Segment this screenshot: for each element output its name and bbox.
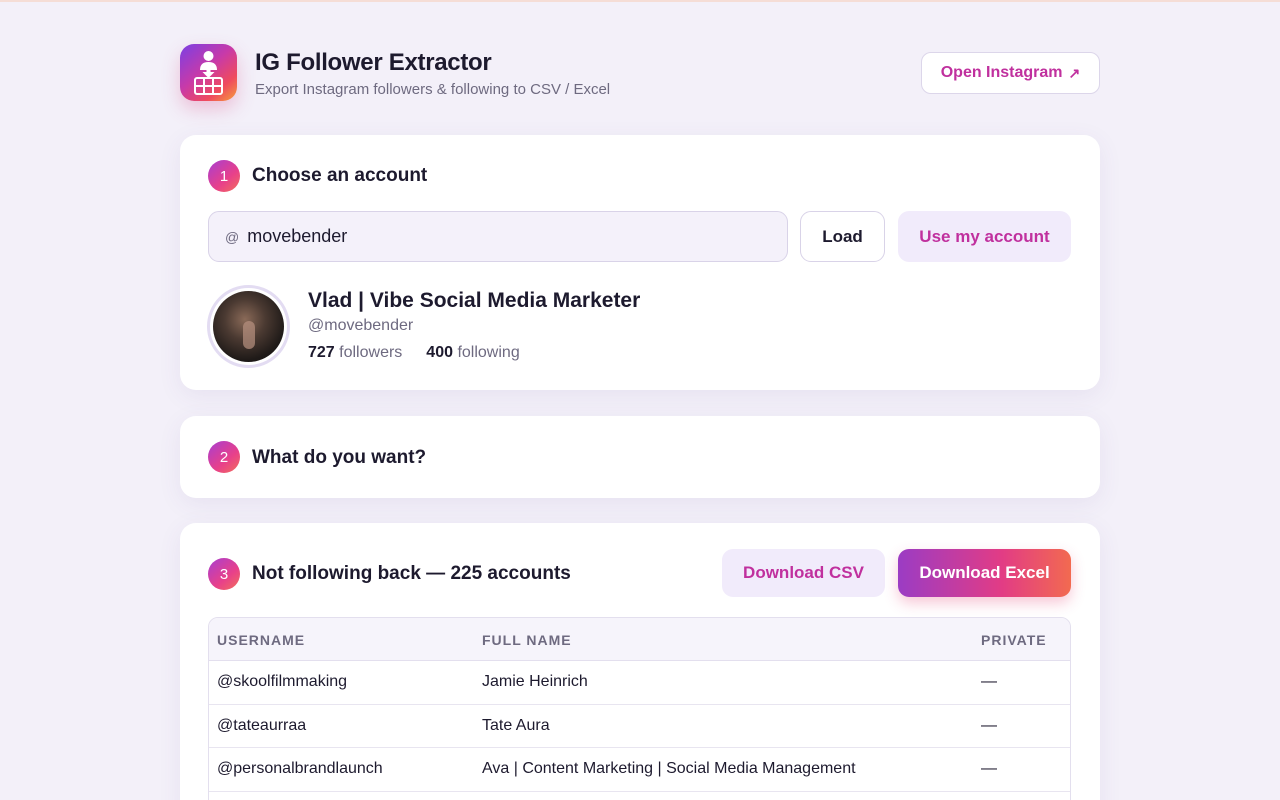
cell-private: — bbox=[981, 673, 997, 690]
cell-full-name: Jamie Heinrich bbox=[482, 673, 588, 690]
use-my-account-button[interactable]: Use my account bbox=[898, 211, 1071, 262]
table-row[interactable]: @tateaurraa Tate Aura — bbox=[209, 705, 1070, 748]
profile-handle: @movebender bbox=[308, 317, 414, 334]
avatar-photo bbox=[213, 291, 284, 362]
results-table: USERNAME FULL NAME PRIVATE @skoolfilmmak… bbox=[208, 617, 1071, 800]
external-link-icon: ↗ bbox=[1068, 64, 1081, 81]
followers-count: 727 bbox=[308, 344, 335, 361]
app-title: IG Follower Extractor bbox=[255, 49, 492, 76]
choose-account-title: Choose an account bbox=[252, 165, 428, 186]
cell-username: @skoolfilmmaking bbox=[217, 673, 348, 690]
top-accent-line bbox=[0, 0, 1280, 2]
table-header: USERNAME FULL NAME PRIVATE bbox=[209, 618, 1070, 661]
table-row[interactable] bbox=[209, 792, 1070, 800]
app-header: IG Follower Extractor Export Instagram f… bbox=[180, 44, 1100, 104]
following-stat: 400 following bbox=[426, 344, 519, 362]
results-card: 3 Not following back — 225 accounts Down… bbox=[180, 523, 1100, 800]
load-button[interactable]: Load bbox=[800, 211, 885, 262]
cell-private: — bbox=[981, 760, 997, 777]
step-number-2: 2 bbox=[208, 441, 240, 473]
results-title: Not following back — 225 accounts bbox=[252, 563, 571, 584]
what-do-you-want-card[interactable]: 2 What do you want? bbox=[180, 416, 1100, 498]
profile-name: Vlad | Vibe Social Media Marketer bbox=[308, 289, 641, 312]
cell-private: — bbox=[981, 716, 997, 734]
at-icon: @ bbox=[225, 228, 240, 245]
header-username[interactable]: USERNAME bbox=[217, 632, 305, 648]
following-label: following bbox=[457, 344, 520, 361]
cell-full-name: Tate Aura bbox=[482, 716, 550, 734]
username-input-value: movebender bbox=[247, 226, 348, 246]
table-row[interactable]: @personalbrandlaunch Ava | Content Marke… bbox=[209, 748, 1070, 792]
download-excel-button[interactable]: Download Excel bbox=[898, 549, 1071, 597]
header-full-name[interactable]: FULL NAME bbox=[482, 632, 572, 648]
table-row[interactable]: @skoolfilmmaking Jamie Heinrich — bbox=[209, 661, 1070, 705]
what-do-you-want-title: What do you want? bbox=[252, 447, 427, 468]
open-instagram-button[interactable]: Open Instagram ↗ bbox=[921, 52, 1100, 94]
step-number-3: 3 bbox=[208, 558, 240, 590]
cell-username: @personalbrandlaunch bbox=[217, 760, 383, 777]
download-table-icon bbox=[194, 51, 223, 95]
followers-label: followers bbox=[339, 344, 403, 361]
header-private[interactable]: PRIVATE bbox=[981, 632, 1047, 648]
download-csv-button[interactable]: Download CSV bbox=[722, 549, 885, 597]
step-number-1: 1 bbox=[208, 160, 240, 192]
app-subtitle: Export Instagram followers & following t… bbox=[255, 81, 611, 98]
profile-stats: 727 followers 400 following bbox=[308, 344, 520, 362]
followers-stat: 727 followers bbox=[308, 344, 402, 362]
following-count: 400 bbox=[426, 344, 453, 361]
cell-full-name: Ava | Content Marketing | Social Media M… bbox=[482, 760, 856, 777]
avatar bbox=[207, 285, 290, 368]
app-logo-icon bbox=[180, 44, 237, 101]
username-input[interactable]: @ movebender bbox=[208, 211, 788, 262]
cell-username: @tateaurraa bbox=[217, 716, 307, 734]
open-instagram-label: Open Instagram bbox=[940, 64, 1063, 81]
choose-account-card: 1 Choose an account @ movebender Load Us… bbox=[180, 135, 1100, 390]
